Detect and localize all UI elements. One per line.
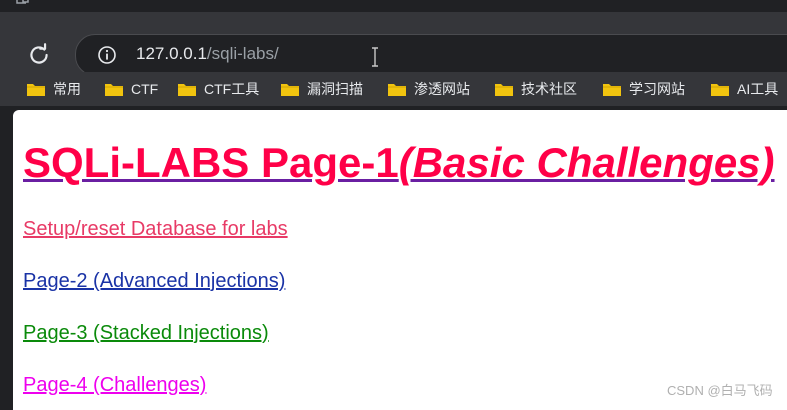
bookmark-folder-ctf[interactable]: CTF — [104, 78, 158, 100]
bookmark-label: 常用 — [53, 81, 81, 97]
folder-icon — [105, 84, 123, 96]
bookmark-folder-常用[interactable]: 常用 — [26, 78, 81, 100]
bookmark-label: AI工具 — [737, 81, 779, 97]
bookmarks-bar: 常用 CTF CTF工具 漏洞扫描 渗透网站 技术社区 学习网站 AI工具 — [0, 72, 787, 106]
bookmark-label: 技术社区 — [521, 81, 577, 97]
bookmark-label: CTF — [131, 81, 159, 97]
window-icon — [16, 0, 29, 4]
site-info-icon[interactable] — [97, 45, 117, 65]
bookmark-label: 渗透网站 — [414, 81, 470, 97]
folder-icon — [281, 84, 299, 96]
folder-icon — [603, 84, 621, 96]
url-host: 127.0.0.1 — [136, 44, 207, 63]
bookmark-label: CTF工具 — [204, 81, 260, 97]
browser-toolbar: 127.0.0.1/sqli-labs/ — [0, 12, 787, 76]
page-3-link[interactable]: Page-3 (Stacked Injections) — [23, 321, 269, 345]
folder-icon — [711, 84, 729, 96]
address-bar[interactable]: 127.0.0.1/sqli-labs/ — [75, 34, 787, 76]
text-cursor-icon — [372, 47, 378, 67]
page-title: SQLi-LABS Page-1(Basic Challenges) — [23, 138, 775, 188]
bookmark-folder-tech-community[interactable]: 技术社区 — [494, 78, 577, 100]
bookmark-folder-ai-tools[interactable]: AI工具 — [710, 78, 778, 100]
setup-reset-db-link[interactable]: Setup/reset Database for labs — [23, 217, 288, 241]
reload-icon[interactable] — [26, 42, 52, 68]
folder-icon — [388, 84, 406, 96]
folder-icon — [27, 84, 45, 96]
folder-icon — [178, 84, 196, 96]
page-title-subtitle: (Basic Challenges) — [398, 139, 775, 186]
page-4-link[interactable]: Page-4 (Challenges) — [23, 373, 206, 397]
page-content: SQLi-LABS Page-1(Basic Challenges) Setup… — [13, 110, 787, 410]
bookmark-folder-ctf-tools[interactable]: CTF工具 — [177, 78, 259, 100]
url-path: /sqli-labs/ — [206, 44, 279, 63]
url-text[interactable]: 127.0.0.1/sqli-labs/ — [136, 44, 279, 64]
watermark: CSDN @白马飞码 — [667, 383, 773, 398]
bookmark-folder-learning-sites[interactable]: 学习网站 — [602, 78, 685, 100]
page-2-link[interactable]: Page-2 (Advanced Injections) — [23, 269, 285, 293]
bookmark-label: 学习网站 — [629, 81, 685, 97]
page-title-main: SQLi-LABS Page-1 — [23, 139, 399, 186]
folder-icon — [495, 84, 513, 96]
bookmark-label: 漏洞扫描 — [307, 81, 363, 97]
bookmark-folder-pentest-sites[interactable]: 渗透网站 — [387, 78, 470, 100]
tab-strip — [0, 0, 787, 12]
bookmark-folder-vuln-scan[interactable]: 漏洞扫描 — [280, 78, 363, 100]
